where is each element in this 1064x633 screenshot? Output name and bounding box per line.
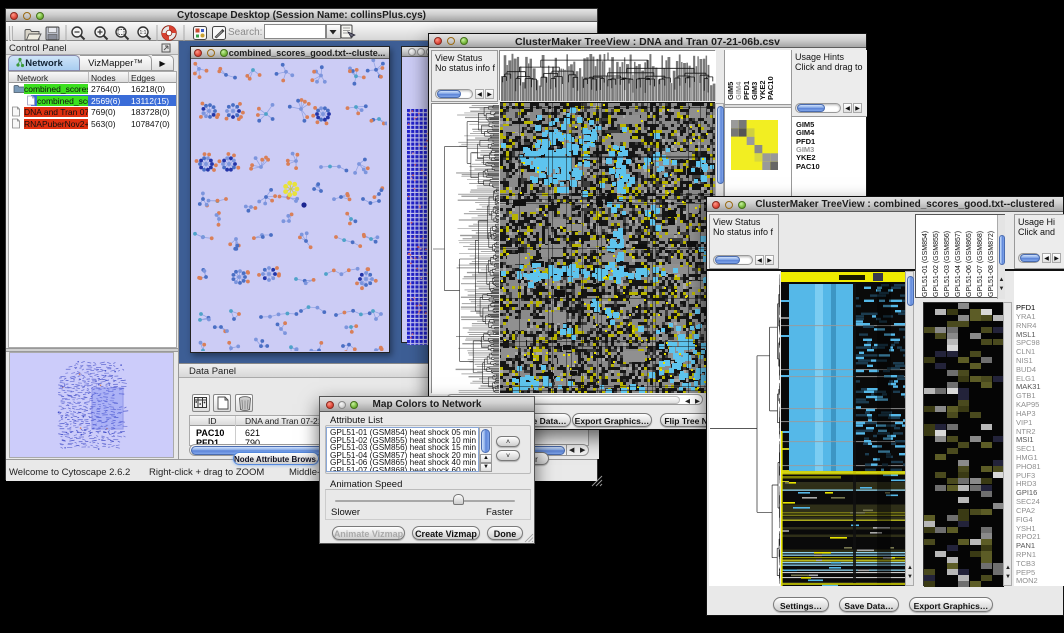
svg-text:1:1: 1:1	[140, 30, 147, 36]
svg-text:GPL51-01 (GSM854): GPL51-01 (GSM854)	[922, 231, 929, 297]
svg-text:GPL51-02 (GSM855): GPL51-02 (GSM855)	[933, 231, 940, 297]
svg-text:GPL51-08 (GSM872): GPL51-08 (GSM872)	[988, 231, 995, 297]
svg-text:GPL51-03 (GSM856): GPL51-03 (GSM856)	[944, 231, 951, 297]
svg-text:GPL51-04 (GSM857): GPL51-04 (GSM857)	[955, 231, 962, 297]
svg-text:PAC10: PAC10	[766, 76, 775, 100]
svg-text:GPL51-06 (GSM865): GPL51-06 (GSM865)	[966, 231, 973, 297]
svg-text:GPL51-07 (GSM868): GPL51-07 (GSM868)	[977, 231, 984, 297]
